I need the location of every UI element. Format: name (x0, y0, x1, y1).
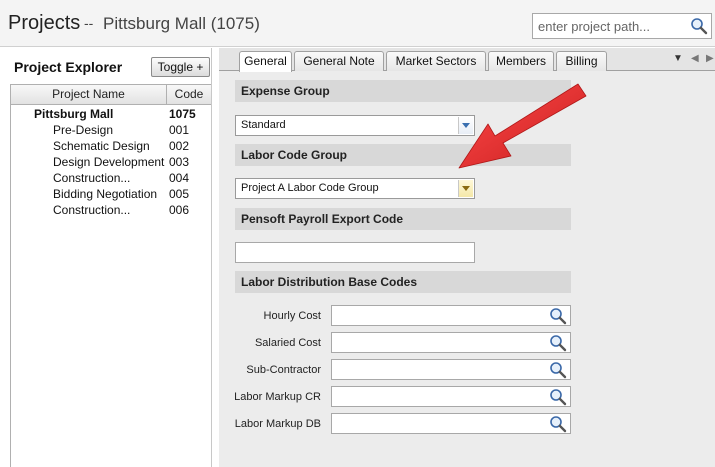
tree-row[interactable]: Design Development 003 (11, 154, 211, 170)
tree-header: Project Name Code (11, 85, 211, 105)
page-title: Projects (8, 12, 81, 34)
tree-row[interactable]: Bidding Negotiation 005 (11, 186, 211, 202)
tab-members[interactable]: Members (488, 51, 554, 71)
labor-markup-db-label: Labor Markup DB (234, 418, 321, 430)
tab-bar: General General Note Market Sectors Memb… (219, 48, 715, 72)
tree-row-name: Design Development (53, 155, 165, 169)
tree-row-code: 1075 (169, 107, 196, 121)
tree-rows: Pittsburg Mall 1075 Pre-Design 001 Schem… (11, 105, 211, 218)
labor-code-group-header: Labor Code Group (235, 144, 571, 166)
labor-distribution-header: Labor Distribution Base Codes (235, 271, 571, 293)
magnifier-icon[interactable] (549, 361, 567, 382)
project-search (532, 13, 712, 39)
project-code: (1075) (210, 14, 260, 33)
column-code[interactable]: Code (167, 85, 211, 104)
expense-group-header: Expense Group (235, 80, 571, 102)
expense-group-select[interactable]: Standard (235, 115, 475, 136)
column-project-name[interactable]: Project Name (11, 85, 167, 104)
tree-row-code: 001 (169, 123, 190, 137)
tree-row-code: 003 (169, 155, 190, 169)
tree-row-name: Pre-Design (53, 123, 114, 137)
expense-group-value: Standard (241, 119, 286, 131)
tree-row-name: Bidding Negotiation (53, 187, 158, 201)
tree-row-name: Construction... (53, 171, 131, 185)
page-header: Projects -- Pittsburg Mall (1075) (0, 0, 715, 47)
pensoft-export-code-input[interactable] (235, 242, 475, 263)
tree-row[interactable]: Construction... 004 (11, 170, 211, 186)
tab-market-sectors[interactable]: Market Sectors (386, 51, 486, 71)
tab-billing[interactable]: Billing (556, 51, 607, 71)
chevron-down-icon[interactable] (458, 117, 473, 134)
project-name: Pittsburg Mall (103, 14, 206, 33)
labor-markup-cr-label: Labor Markup CR (234, 391, 321, 403)
triangle-left-icon[interactable]: ◀ (691, 53, 699, 64)
sub-contractor-label: Sub-Contractor (246, 364, 321, 376)
hourly-cost-label: Hourly Cost (263, 310, 321, 322)
hourly-cost-field[interactable] (331, 305, 571, 326)
triangle-right-icon[interactable]: ▶ (706, 53, 714, 64)
salaried-cost-label: Salaried Cost (254, 337, 321, 349)
tree-row-name: Pittsburg Mall (34, 107, 114, 121)
sub-contractor-field[interactable] (331, 359, 571, 380)
project-explorer-title: Project Explorer (14, 59, 123, 75)
tree-row-code: 006 (169, 203, 190, 217)
toggle-button[interactable]: Toggle + (151, 57, 210, 77)
tree-row-root[interactable]: Pittsburg Mall 1075 (11, 106, 211, 122)
labor-markup-db-field[interactable] (331, 413, 571, 434)
tab-general[interactable]: General (239, 51, 292, 72)
project-detail-panel: General General Note Market Sectors Memb… (219, 48, 715, 467)
tree-row[interactable]: Schematic Design 002 (11, 138, 211, 154)
labor-code-group-select[interactable]: Project A Labor Code Group (235, 178, 475, 199)
tree-row-code: 005 (169, 187, 190, 201)
magnifier-icon[interactable] (549, 307, 567, 328)
triangle-down-icon[interactable]: ▼ (673, 53, 683, 64)
project-search-input[interactable] (533, 14, 683, 38)
tree-row-name: Construction... (53, 203, 131, 217)
labor-code-group-value: Project A Labor Code Group (241, 182, 379, 194)
magnifier-icon[interactable] (549, 415, 567, 436)
tree-row-name: Schematic Design (53, 139, 150, 153)
magnifier-icon[interactable] (549, 388, 567, 409)
tree-row-code: 004 (169, 171, 190, 185)
chevron-down-icon[interactable] (458, 180, 473, 197)
project-explorer-panel: Project Explorer Toggle + Project Name C… (4, 48, 212, 467)
project-title: Pittsburg Mall (1075) (103, 14, 260, 34)
tab-general-note[interactable]: General Note (294, 51, 384, 71)
title-separator: -- (84, 15, 94, 31)
salaried-cost-field[interactable] (331, 332, 571, 353)
magnifier-icon[interactable] (690, 17, 708, 38)
tree-row-code: 002 (169, 139, 190, 153)
pensoft-header: Pensoft Payroll Export Code (235, 208, 571, 230)
tree-row[interactable]: Construction... 006 (11, 202, 211, 218)
project-tree: Project Name Code Pittsburg Mall 1075 Pr… (10, 84, 211, 467)
labor-markup-cr-field[interactable] (331, 386, 571, 407)
tree-row[interactable]: Pre-Design 001 (11, 122, 211, 138)
magnifier-icon[interactable] (549, 334, 567, 355)
